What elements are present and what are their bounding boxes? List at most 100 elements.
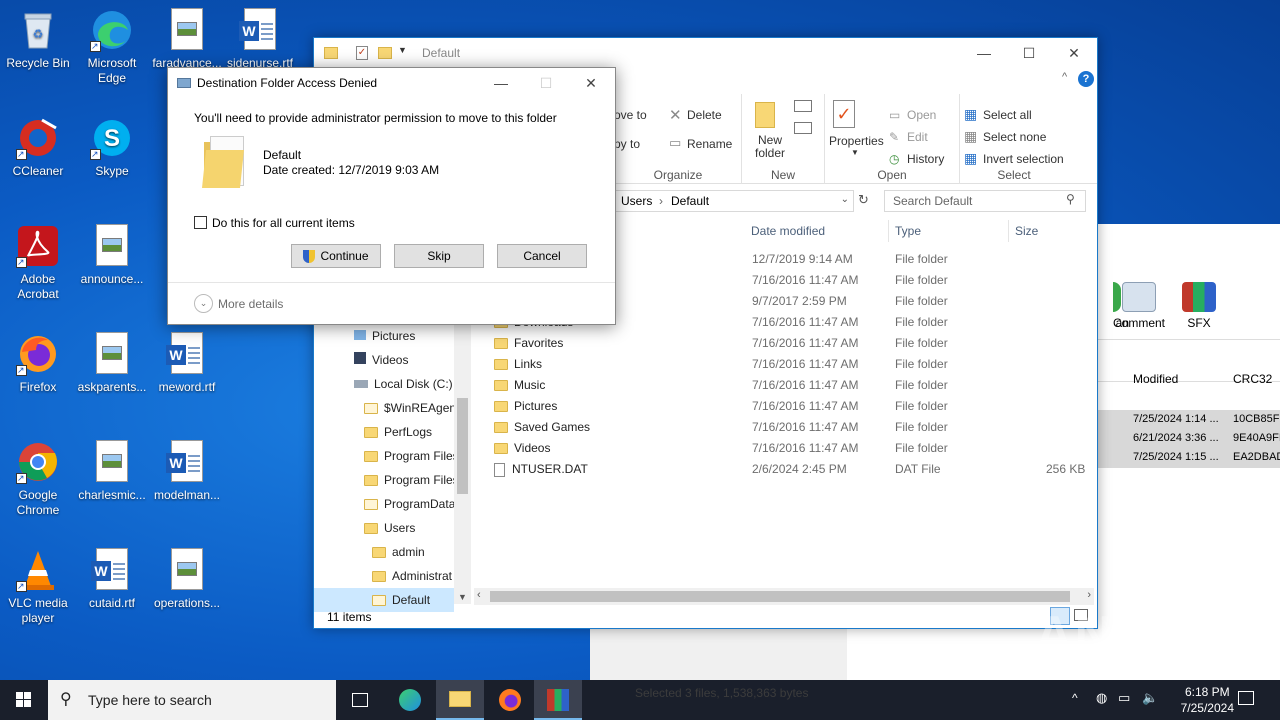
breadcrumb-default[interactable]: Default bbox=[671, 194, 709, 208]
nav-item-administrator[interactable]: Administrat bbox=[372, 564, 452, 588]
desktop-icon-meword[interactable]: W meword.rtf bbox=[149, 332, 225, 395]
list-item[interactable]: Links 7/16/2016 11:47 AM File folder bbox=[490, 354, 1090, 375]
desktop-icon-adobe-acrobat[interactable]: Adobe Acrobat bbox=[0, 224, 76, 302]
nav-item-videos[interactable]: Videos bbox=[354, 348, 408, 372]
chevron-left-icon[interactable]: ‹ bbox=[477, 589, 481, 601]
minimize-button[interactable]: — bbox=[961, 38, 1007, 68]
scrollbar-thumb[interactable] bbox=[457, 398, 468, 494]
search-input[interactable]: Search Default bbox=[884, 190, 1086, 212]
table-row[interactable]: 7/25/2024 1:15 ... EA2DBAD bbox=[1097, 448, 1280, 467]
winrar-comment-button[interactable]: Comment bbox=[1109, 282, 1169, 330]
new-folder-quick-icon[interactable] bbox=[378, 47, 392, 59]
desktop-icon-recycle-bin[interactable]: ♻ Recycle Bin bbox=[0, 8, 76, 71]
taskbar-edge[interactable] bbox=[386, 680, 434, 720]
desktop-icon-operations[interactable]: operations... bbox=[149, 548, 225, 611]
network-icon[interactable]: ▭ bbox=[1118, 690, 1130, 706]
desktop-icon-askparents[interactable]: askparents... bbox=[74, 332, 150, 395]
meet-now-icon[interactable]: ◍ bbox=[1096, 690, 1107, 706]
list-item[interactable]: Favorites 7/16/2016 11:47 AM File folder bbox=[490, 333, 1090, 354]
taskbar-file-explorer[interactable] bbox=[436, 680, 484, 720]
more-details-link[interactable]: More details bbox=[218, 297, 283, 311]
desktop-icon-faradvance[interactable]: faradvance... bbox=[149, 8, 225, 71]
chevron-down-icon[interactable]: ▼ bbox=[398, 45, 407, 55]
nav-item-program-files-x86[interactable]: Program Files bbox=[364, 468, 459, 492]
nav-item-admin[interactable]: admin bbox=[372, 540, 425, 564]
horizontal-scrollbar[interactable]: ‹ › bbox=[474, 588, 1094, 605]
new-folder-button[interactable]: New folder bbox=[750, 134, 790, 160]
edit-button[interactable]: Edit bbox=[907, 130, 928, 144]
chevron-up-icon[interactable]: ^ bbox=[1072, 691, 1078, 705]
skip-button[interactable]: Skip bbox=[394, 244, 484, 268]
desktop-icon-announce[interactable]: announce... bbox=[74, 224, 150, 287]
winrar-sfx-button[interactable]: SFX bbox=[1169, 282, 1229, 330]
chevron-right-icon[interactable]: › bbox=[1087, 589, 1091, 601]
delete-button[interactable]: Delete bbox=[687, 108, 722, 122]
desktop-icon-sidenurse[interactable]: W sidenurse.rtf bbox=[222, 8, 298, 71]
maximize-button[interactable]: ☐ bbox=[1006, 38, 1052, 68]
column-crc32[interactable]: CRC32 bbox=[1233, 372, 1272, 386]
close-button[interactable]: ✕ bbox=[568, 68, 614, 98]
list-item[interactable]: Music 7/16/2016 11:47 AM File folder bbox=[490, 375, 1090, 396]
column-date-modified[interactable]: Date modified bbox=[751, 224, 825, 238]
notifications-icon[interactable] bbox=[1238, 691, 1254, 705]
desktop-icon-modelman[interactable]: W modelman... bbox=[149, 440, 225, 503]
access-denied-dialog[interactable]: Destination Folder Access Denied — ☐ ✕ Y… bbox=[167, 67, 616, 325]
desktop-icon-skype[interactable]: S Skype bbox=[74, 116, 150, 179]
properties-quick-icon[interactable]: ✓ bbox=[356, 46, 368, 60]
open-button[interactable]: Open bbox=[907, 108, 936, 122]
desktop-icon-firefox[interactable]: Firefox bbox=[0, 332, 76, 395]
history-button[interactable]: History bbox=[907, 152, 944, 166]
list-item[interactable]: NTUSER.DAT 2/6/2024 2:45 PM DAT File 256 KB bbox=[490, 459, 1090, 480]
cancel-button[interactable]: Cancel bbox=[497, 244, 587, 268]
desktop-icon-google-chrome[interactable]: Google Chrome bbox=[0, 440, 76, 518]
taskbar-firefox[interactable] bbox=[486, 680, 534, 720]
copy-to-button[interactable]: py to bbox=[614, 137, 640, 151]
properties-button[interactable]: Properties bbox=[829, 134, 884, 148]
continue-button[interactable]: Continue bbox=[291, 244, 381, 268]
nav-item-program-files[interactable]: Program Files bbox=[364, 444, 459, 468]
list-item[interactable]: Videos 7/16/2016 11:47 AM File folder bbox=[490, 438, 1090, 459]
chevron-down-icon[interactable]: ▼ bbox=[851, 148, 859, 157]
nav-item-winreagent[interactable]: $WinREAgent bbox=[364, 396, 459, 420]
nav-item-programdata[interactable]: ProgramData bbox=[364, 492, 455, 516]
chevron-down-icon[interactable]: ⌄ bbox=[194, 294, 213, 313]
column-modified[interactable]: Modified bbox=[1133, 372, 1178, 386]
taskbar-winrar[interactable] bbox=[534, 680, 582, 720]
desktop-icon-cutaid[interactable]: W cutaid.rtf bbox=[74, 548, 150, 611]
select-all-button[interactable]: Select all bbox=[983, 108, 1032, 122]
invert-selection-button[interactable]: Invert selection bbox=[983, 152, 1064, 166]
start-button[interactable] bbox=[0, 680, 48, 720]
list-item[interactable]: Saved Games 7/16/2016 11:47 AM File folder bbox=[490, 417, 1090, 438]
nav-item-local-disk[interactable]: Local Disk (C:) bbox=[354, 372, 453, 396]
select-none-button[interactable]: Select none bbox=[983, 130, 1046, 144]
chevron-down-icon[interactable]: ⌄ bbox=[841, 194, 849, 205]
taskbar-clock[interactable]: 6:18 PM 7/25/2024 bbox=[1181, 684, 1234, 716]
apply-to-all-checkbox[interactable] bbox=[194, 216, 207, 229]
list-item[interactable]: Pictures 7/16/2016 11:47 AM File folder bbox=[490, 396, 1090, 417]
ribbon-collapse-icon[interactable]: ^ bbox=[1062, 71, 1067, 83]
nav-item-perflogs[interactable]: PerfLogs bbox=[364, 420, 432, 444]
address-bar[interactable]: Users › Default ⌄ bbox=[614, 190, 854, 212]
breadcrumb-users[interactable]: Users bbox=[621, 194, 652, 208]
column-size[interactable]: Size bbox=[1015, 224, 1038, 238]
task-view-button[interactable] bbox=[336, 680, 384, 720]
desktop-icon-vlc[interactable]: VLC media player bbox=[0, 548, 76, 626]
nav-item-pictures[interactable]: Pictures bbox=[354, 324, 415, 348]
taskbar-search-input[interactable]: ⚲ Type here to search bbox=[48, 680, 336, 720]
column-type[interactable]: Type bbox=[895, 224, 921, 238]
close-button[interactable]: ✕ bbox=[1051, 38, 1097, 68]
table-row[interactable]: 7/25/2024 1:14 ... 10CB85FI bbox=[1097, 410, 1280, 429]
chevron-down-icon[interactable]: ▼ bbox=[458, 592, 467, 602]
rename-button[interactable]: Rename bbox=[687, 137, 732, 151]
move-to-button[interactable]: ove to bbox=[614, 108, 647, 122]
minimize-button[interactable]: — bbox=[478, 68, 524, 98]
volume-icon[interactable]: 🔈 bbox=[1142, 690, 1158, 706]
nav-item-users[interactable]: Users bbox=[364, 516, 415, 540]
help-icon[interactable]: ? bbox=[1078, 71, 1094, 87]
desktop-icon-charlesmic[interactable]: charlesmic... bbox=[74, 440, 150, 503]
table-row[interactable]: 6/21/2024 3:36 ... 9E40A9FI bbox=[1097, 429, 1280, 448]
scrollbar-thumb[interactable] bbox=[490, 591, 1070, 602]
desktop-icon-ccleaner[interactable]: CCleaner bbox=[0, 116, 76, 179]
apply-to-all-label[interactable]: Do this for all current items bbox=[212, 216, 355, 230]
refresh-icon[interactable]: ↻ bbox=[858, 192, 869, 208]
